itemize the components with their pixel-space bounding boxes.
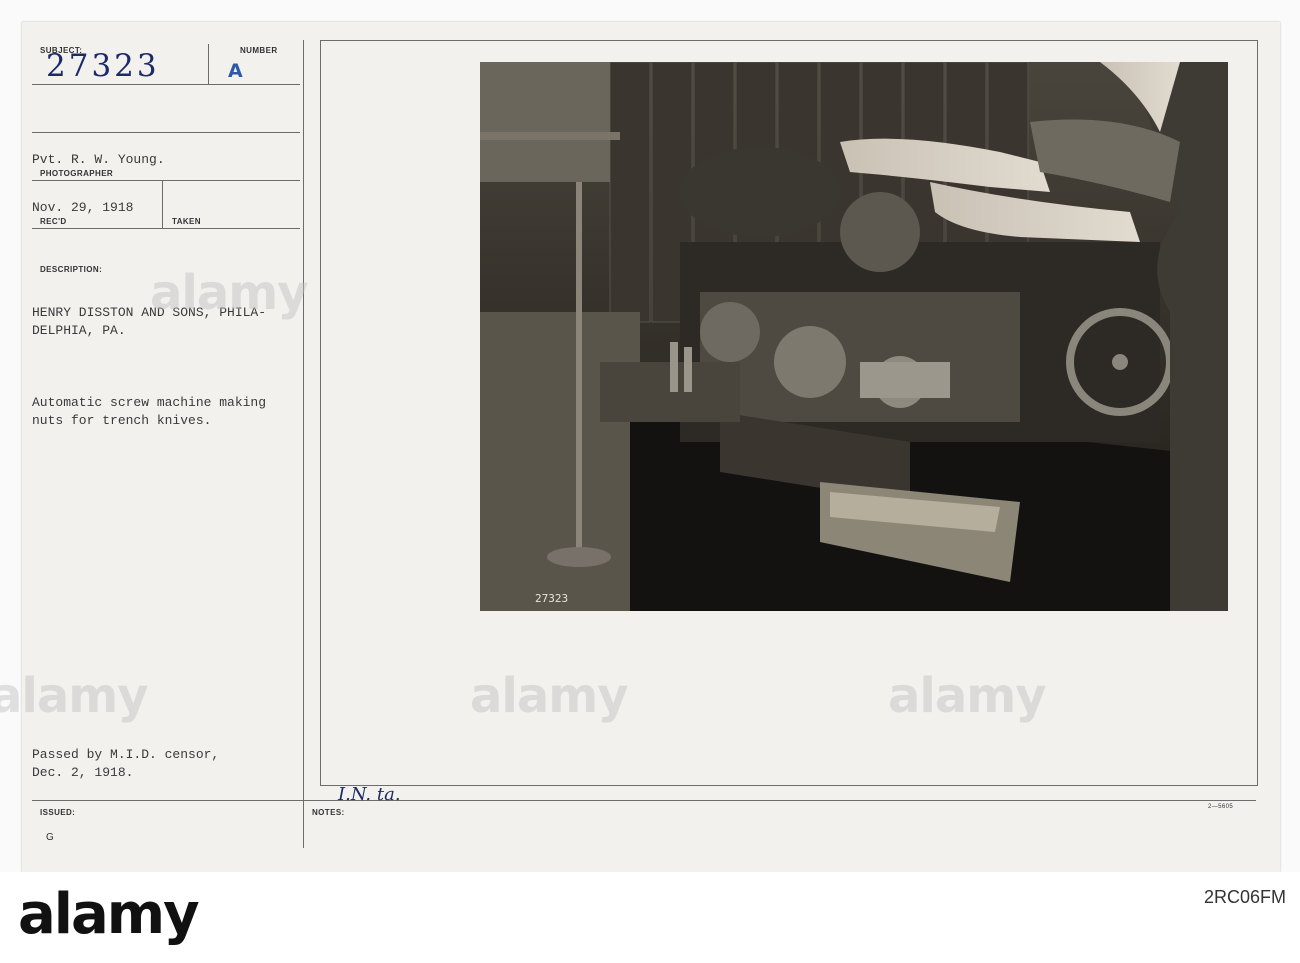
description-line: DELPHIA, PA. (32, 323, 126, 338)
brand-logo: alamy (18, 882, 200, 947)
issued-label: ISSUED: (40, 808, 76, 817)
number-label: NUMBER (240, 46, 278, 55)
rule-line (32, 180, 300, 181)
description-line: nuts for trench knives. (32, 413, 212, 428)
recd-label: REC'D (40, 217, 67, 226)
description-label: DESCRIPTION: (40, 265, 103, 274)
description-line: Automatic screw machine making (32, 395, 267, 410)
watermark: alamy (470, 668, 629, 724)
photo-caption: 27323 (535, 592, 568, 605)
watermark: alamy (150, 265, 309, 321)
column-divider (303, 40, 304, 848)
rule-line (208, 44, 209, 84)
issued-value: G (46, 832, 55, 843)
rule-line (162, 181, 163, 228)
taken-label: TAKEN (172, 217, 201, 226)
form-code: 2—5605 (1208, 804, 1234, 810)
footer-strip: alamy 2RC06FM (0, 872, 1300, 963)
censor-line: Dec. 2, 1918. (32, 765, 134, 780)
watermark: alamy (0, 668, 149, 724)
censor-line: Passed by M.I.D. censor, (32, 747, 220, 762)
notes-label: NOTES: (312, 808, 345, 817)
notes-handwriting: I.N. ta. (338, 784, 401, 805)
image-id: 2RC06FM (1203, 887, 1286, 907)
photographer-label: PHOTOGRAPHER (40, 169, 114, 178)
subject-number: 27323 (46, 48, 160, 84)
watermark: alamy (888, 668, 1047, 724)
photographer-name: Pvt. R. W. Young. (32, 152, 165, 167)
recd-date: Nov. 29, 1918 (32, 200, 134, 215)
number-stamp: A (228, 60, 243, 82)
rule-line (32, 228, 300, 229)
rule-line (32, 800, 1256, 801)
rule-line (32, 132, 300, 133)
rule-line (32, 84, 300, 85)
screw-machine-photo: 27323 (480, 61, 1228, 611)
factory-photograph: 27323 (480, 61, 1228, 611)
